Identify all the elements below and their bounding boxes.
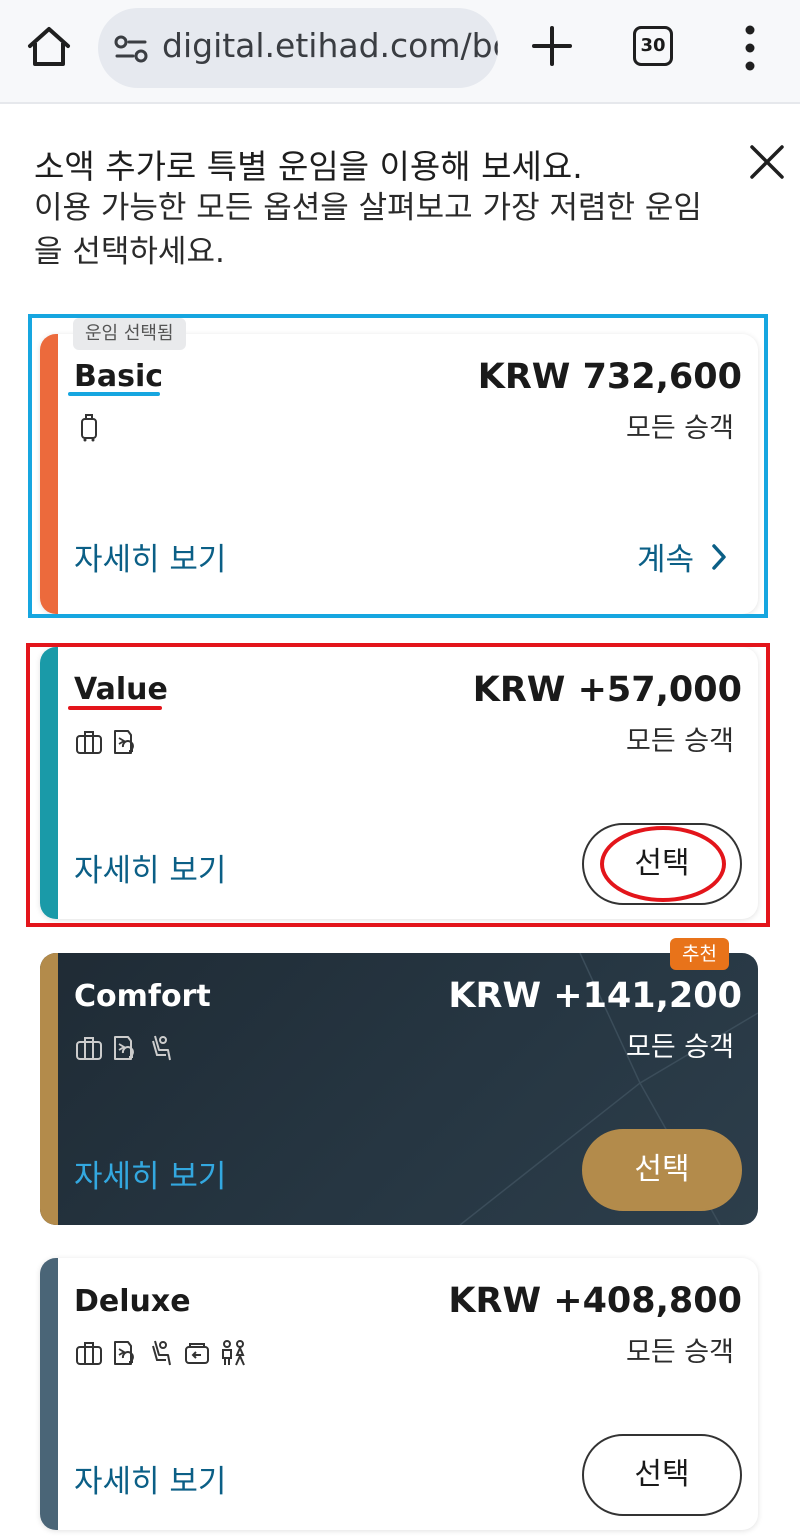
- fare-stripe: [40, 334, 58, 614]
- annotation-blue-underline: [68, 392, 160, 396]
- carry-on-bag-icon: [81, 414, 97, 442]
- home-icon[interactable]: [24, 22, 74, 72]
- more-options-icon[interactable]: [742, 24, 758, 72]
- view-details-link[interactable]: 자세히 보기: [74, 845, 226, 890]
- fare-name: Comfort: [74, 979, 211, 1014]
- upsell-subline: 이용 가능한 모든 옵션을 살펴보고 가장 저렴한 운임을 선택하세요.: [34, 190, 702, 270]
- address-bar[interactable]: digital.etihad.com/boo: [98, 8, 498, 88]
- view-details-link[interactable]: 자세히 보기: [74, 534, 226, 579]
- tab-switcher-button[interactable]: 30: [633, 26, 673, 66]
- fare-price: KRW 732,600: [477, 357, 742, 397]
- fare-card-basic: Basic KRW 732,600 모든 승객 자세히 보기 계속: [40, 334, 758, 614]
- new-tab-icon[interactable]: [530, 24, 574, 68]
- fare-name: Deluxe: [74, 1284, 191, 1319]
- seat-icon: [152, 1340, 171, 1366]
- upsell-headline: 소액 추가로 특별 운임을 이용해 보세요.: [34, 147, 583, 186]
- fare-stripe: [40, 953, 58, 1225]
- continue-label: 계속: [636, 542, 694, 578]
- view-details-link[interactable]: 자세히 보기: [74, 1151, 226, 1196]
- annotation-red-underline: [68, 706, 162, 710]
- close-icon[interactable]: [748, 143, 786, 181]
- checked-bag-icon: [76, 731, 102, 754]
- fare-passengers: 모든 승객: [626, 413, 734, 444]
- chevron-right-icon: [712, 543, 726, 570]
- fare-card-comfort: Comfort KRW +141,200 모든 승객 자세히 보기 선택: [40, 953, 758, 1225]
- fare-price: KRW +141,200: [448, 976, 742, 1016]
- refund-icon: [185, 1343, 209, 1364]
- view-details-link[interactable]: 자세히 보기: [74, 1456, 226, 1501]
- browser-toolbar: digital.etihad.com/boo 30: [0, 0, 800, 104]
- url-text[interactable]: digital.etihad.com/boo: [162, 26, 498, 65]
- fare-benefits: [74, 412, 104, 442]
- ticket-change-icon: [114, 730, 134, 754]
- select-fare-button[interactable]: 선택: [582, 1129, 742, 1211]
- annotation-red-circle: [600, 826, 726, 902]
- lounge-icon: [222, 1340, 245, 1366]
- site-settings-icon[interactable]: [114, 34, 148, 64]
- fare-card-deluxe: Deluxe KRW +408,800 모든 승객 자세히 보기 선택: [40, 1258, 758, 1530]
- selected-fare-badge: 운임 선택됨: [73, 318, 186, 350]
- recommended-badge: 추천: [670, 938, 729, 970]
- fare-stripe: [40, 647, 58, 919]
- fare-price: KRW +57,000: [472, 670, 742, 710]
- select-fare-button[interactable]: 선택: [582, 1434, 742, 1516]
- checked-bag-icon: [76, 1342, 102, 1365]
- ticket-change-icon: [114, 1341, 134, 1365]
- fare-benefits: [74, 1033, 176, 1063]
- checked-bag-icon: [76, 1037, 102, 1060]
- fare-stripe: [40, 1258, 58, 1530]
- fare-passengers: 모든 승객: [626, 726, 734, 757]
- fare-name: Basic: [74, 359, 164, 394]
- seat-icon: [152, 1035, 171, 1061]
- fare-passengers: 모든 승객: [626, 1032, 734, 1063]
- fare-benefits: [74, 727, 140, 757]
- ticket-change-icon: [114, 1036, 134, 1060]
- fare-benefits: [74, 1338, 248, 1368]
- fare-name: Value: [74, 672, 168, 707]
- fare-passengers: 모든 승객: [626, 1337, 734, 1368]
- continue-button[interactable]: 계속: [637, 534, 728, 579]
- fare-price: KRW +408,800: [448, 1281, 742, 1321]
